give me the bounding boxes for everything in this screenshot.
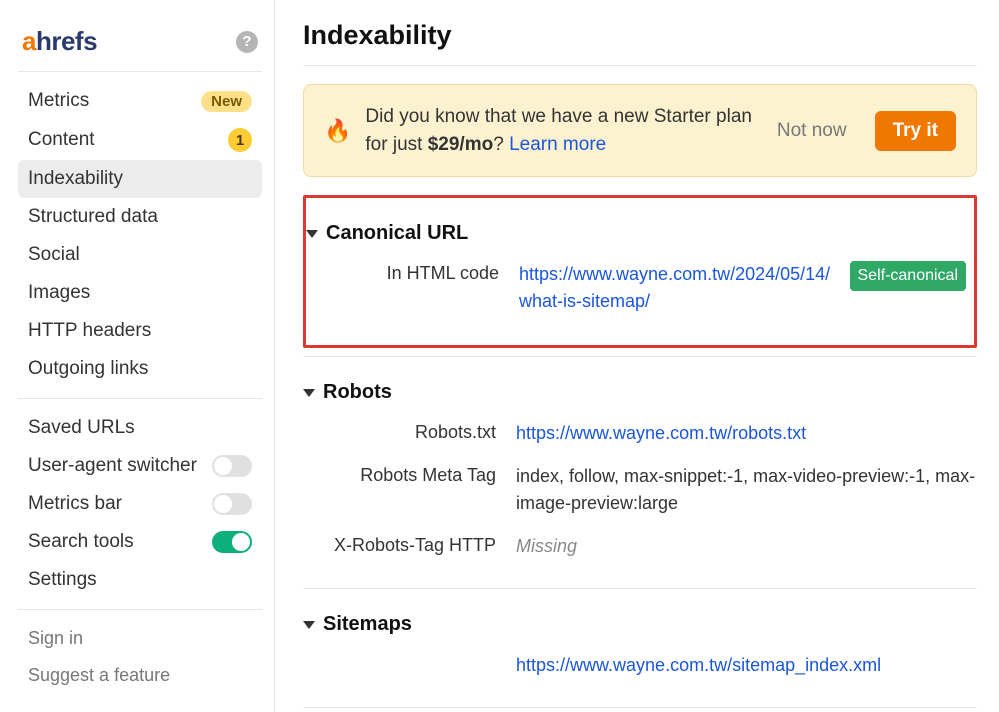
robots-txt-row: Robots.txt https://www.wayne.com.tw/robo… — [303, 414, 977, 457]
kv-label — [321, 652, 496, 654]
canonical-highlight-box: Canonical URL In HTML code https://www.w… — [303, 195, 977, 348]
sidebar-item-label: Social — [28, 244, 80, 266]
sidebar-item-label: Structured data — [28, 206, 158, 228]
section-title: Sitemaps — [323, 613, 412, 636]
sidebar-item-label: Outgoing links — [28, 358, 148, 380]
banner-message: Did you know that we have a new Starter … — [365, 103, 762, 158]
sidebar-item-label: HTTP headers — [28, 320, 151, 342]
sidebar-item-http-headers[interactable]: HTTP headers — [18, 312, 262, 350]
logo-row: ahrefs ? — [18, 20, 262, 72]
banner-qmark: ? — [493, 134, 509, 155]
sidebar-item-outgoing-links[interactable]: Outgoing links — [18, 350, 262, 388]
toggle-label: Search tools — [28, 531, 134, 553]
section-head-robots[interactable]: Robots — [303, 375, 977, 414]
sidebar-item-indexability[interactable]: Indexability — [18, 160, 262, 198]
section-title: Canonical URL — [326, 222, 468, 245]
self-canonical-badge: Self-canonical — [850, 261, 967, 291]
kv-label: Robots.txt — [321, 420, 496, 443]
section-title: Robots — [323, 381, 392, 404]
footer-suggest-feature[interactable]: Suggest a feature — [18, 657, 262, 694]
canonical-row: In HTML code https://www.wayne.com.tw/20… — [306, 255, 966, 325]
sidebar-item-structured-data[interactable]: Structured data — [18, 198, 262, 236]
kv-value: index, follow, max-snippet:-1, max-video… — [516, 463, 977, 517]
sidebar-item-label: Indexability — [28, 168, 123, 190]
divider — [303, 588, 977, 589]
sidebar-item-label: Saved URLs — [28, 417, 135, 439]
toggle-switch[interactable] — [212, 531, 252, 553]
divider — [303, 707, 977, 708]
help-icon[interactable]: ? — [236, 31, 258, 53]
section-head-canonical[interactable]: Canonical URL — [306, 216, 966, 255]
promo-banner: 🔥 Did you know that we have a new Starte… — [303, 84, 977, 177]
page-title: Indexability — [303, 20, 977, 66]
logo[interactable]: ahrefs — [22, 26, 97, 57]
missing-value: Missing — [516, 536, 577, 556]
fire-icon: 🔥 — [324, 118, 351, 144]
try-it-button[interactable]: Try it — [875, 111, 956, 151]
banner-price: $29/mo — [428, 134, 493, 155]
sitemaps-row: https://www.wayne.com.tw/sitemap_index.x… — [303, 646, 977, 689]
chevron-down-icon — [306, 230, 318, 238]
learn-more-link[interactable]: Learn more — [509, 134, 606, 155]
kv-value: https://www.wayne.com.tw/robots.txt — [516, 420, 977, 447]
main-content: Indexability 🔥 Did you know that we have… — [275, 0, 999, 712]
kv-value: https://www.wayne.com.tw/sitemap_index.x… — [516, 652, 977, 679]
not-now-button[interactable]: Not now — [777, 120, 847, 142]
toggle-label: Metrics bar — [28, 493, 122, 515]
robots-meta-row: Robots Meta Tag index, follow, max-snipp… — [303, 457, 977, 527]
chevron-down-icon — [303, 389, 315, 397]
section-canonical: Canonical URL In HTML code https://www.w… — [306, 206, 966, 335]
badge-count: 1 — [228, 128, 252, 152]
toggle-metrics-bar: Metrics bar — [18, 485, 262, 523]
divider — [18, 398, 262, 399]
toggle-user-agent-switcher: User-agent switcher — [18, 447, 262, 485]
x-robots-row: X-Robots-Tag HTTP Missing — [303, 527, 977, 570]
sidebar-item-settings[interactable]: Settings — [18, 561, 262, 599]
divider — [303, 356, 977, 357]
kv-label: In HTML code — [324, 261, 499, 284]
sidebar-item-label: Images — [28, 282, 90, 304]
kv-label: Robots Meta Tag — [321, 463, 496, 486]
section-sitemaps: Sitemaps https://www.wayne.com.tw/sitema… — [303, 597, 977, 699]
section-robots: Robots Robots.txt https://www.wayne.com.… — [303, 365, 977, 580]
section-head-sitemaps[interactable]: Sitemaps — [303, 607, 977, 646]
nav-group-main: Metrics New Content 1 Indexability Struc… — [18, 82, 262, 388]
sitemap-link[interactable]: https://www.wayne.com.tw/sitemap_index.x… — [516, 655, 881, 675]
sidebar-item-images[interactable]: Images — [18, 274, 262, 312]
toggle-switch[interactable] — [212, 455, 252, 477]
footer-sign-in[interactable]: Sign in — [18, 620, 262, 657]
toggle-switch[interactable] — [212, 493, 252, 515]
divider — [18, 609, 262, 610]
toggle-label: User-agent switcher — [28, 455, 197, 477]
robots-txt-link[interactable]: https://www.wayne.com.tw/robots.txt — [516, 423, 806, 443]
sidebar-item-social[interactable]: Social — [18, 236, 262, 274]
kv-value: https://www.wayne.com.tw/2024/05/14/what… — [519, 261, 966, 315]
canonical-url-link[interactable]: https://www.wayne.com.tw/2024/05/14/what… — [519, 264, 830, 311]
kv-label: X-Robots-Tag HTTP — [321, 533, 496, 556]
logo-rest: hrefs — [36, 26, 97, 56]
sidebar-item-label: Metrics — [28, 90, 89, 112]
chevron-down-icon — [303, 621, 315, 629]
sidebar: ahrefs ? Metrics New Content 1 Indexabil… — [0, 0, 275, 712]
sidebar-item-label: Settings — [28, 569, 97, 591]
badge-new: New — [201, 91, 252, 112]
kv-value: Missing — [516, 533, 977, 560]
logo-a: a — [22, 26, 36, 56]
sidebar-item-content[interactable]: Content 1 — [18, 120, 262, 160]
sidebar-item-metrics[interactable]: Metrics New — [18, 82, 262, 120]
toggle-search-tools: Search tools — [18, 523, 262, 561]
sidebar-item-label: Content — [28, 129, 95, 151]
sidebar-item-saved-urls[interactable]: Saved URLs — [18, 409, 262, 447]
